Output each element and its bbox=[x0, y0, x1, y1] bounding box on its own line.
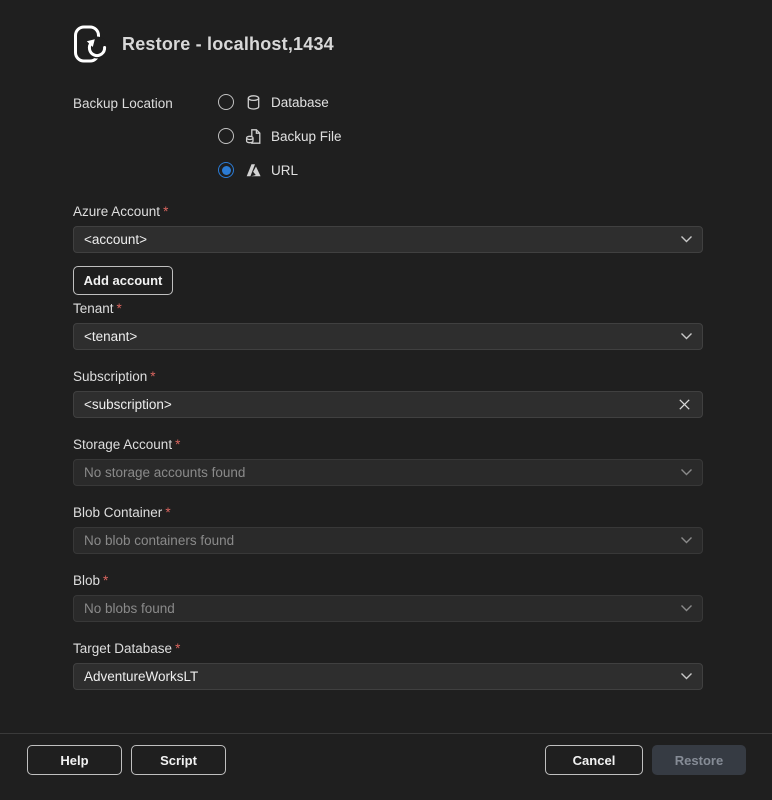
blob-field-group: Blob* No blobs found bbox=[73, 573, 703, 622]
storage-account-field-group: Storage Account* No storage accounts fou… bbox=[73, 437, 703, 486]
storage-account-dropdown[interactable]: No storage accounts found bbox=[73, 459, 703, 486]
blob-container-field-group: Blob Container* No blob containers found bbox=[73, 505, 703, 554]
clear-icon[interactable] bbox=[676, 396, 693, 413]
azure-account-field-group: Azure Account* <account> Add account bbox=[73, 204, 703, 301]
azure-account-dropdown[interactable]: <account> bbox=[73, 226, 703, 253]
radio-option-backup-file[interactable]: Backup File bbox=[218, 126, 342, 146]
blob-container-value: No blob containers found bbox=[84, 533, 672, 548]
required-asterisk: * bbox=[175, 437, 180, 452]
required-asterisk: * bbox=[103, 573, 108, 588]
database-icon bbox=[244, 93, 262, 111]
subscription-field-group: Subscription* bbox=[73, 369, 703, 418]
subscription-input[interactable] bbox=[84, 397, 676, 412]
radio-label: Backup File bbox=[271, 129, 342, 144]
footer-left-actions: Help Script bbox=[27, 745, 226, 775]
backup-file-icon bbox=[244, 127, 262, 145]
chevron-down-icon bbox=[680, 235, 693, 244]
target-database-label: Target Database* bbox=[73, 641, 703, 656]
tenant-label: Tenant* bbox=[73, 301, 703, 316]
dialog-header: Restore - localhost,1434 bbox=[73, 24, 703, 64]
target-database-value: AdventureWorksLT bbox=[84, 669, 672, 684]
blob-container-dropdown[interactable]: No blob containers found bbox=[73, 527, 703, 554]
restore-icon bbox=[73, 24, 107, 64]
required-asterisk: * bbox=[175, 641, 180, 656]
storage-account-value: No storage accounts found bbox=[84, 465, 672, 480]
chevron-down-icon bbox=[680, 332, 693, 341]
footer-right-actions: Cancel Restore bbox=[545, 745, 746, 775]
blob-value: No blobs found bbox=[84, 601, 672, 616]
help-button[interactable]: Help bbox=[27, 745, 122, 775]
storage-account-label: Storage Account* bbox=[73, 437, 703, 452]
required-asterisk: * bbox=[117, 301, 122, 316]
add-account-button[interactable]: Add account bbox=[73, 266, 173, 295]
dialog-footer: Help Script Cancel Restore bbox=[0, 733, 772, 800]
subscription-input-wrap bbox=[73, 391, 703, 418]
backup-location-radio-group: Database Backup File bbox=[218, 92, 342, 180]
radio-button[interactable] bbox=[218, 162, 234, 178]
restore-button[interactable]: Restore bbox=[652, 745, 746, 775]
radio-option-url[interactable]: URL bbox=[218, 160, 342, 180]
chevron-down-icon bbox=[680, 536, 693, 545]
cancel-button[interactable]: Cancel bbox=[545, 745, 643, 775]
chevron-down-icon bbox=[680, 604, 693, 613]
required-asterisk: * bbox=[163, 204, 168, 219]
restore-dialog: Restore - localhost,1434 Backup Location… bbox=[0, 0, 772, 690]
blob-label: Blob* bbox=[73, 573, 703, 588]
backup-location-label: Backup Location bbox=[73, 92, 218, 180]
target-database-field-group: Target Database* AdventureWorksLT bbox=[73, 641, 703, 690]
radio-label: URL bbox=[271, 163, 298, 178]
azure-account-value: <account> bbox=[84, 232, 672, 247]
radio-button[interactable] bbox=[218, 128, 234, 144]
backup-location-row: Backup Location Database bbox=[73, 92, 703, 180]
tenant-dropdown[interactable]: <tenant> bbox=[73, 323, 703, 350]
blob-container-label: Blob Container* bbox=[73, 505, 703, 520]
target-database-dropdown[interactable]: AdventureWorksLT bbox=[73, 663, 703, 690]
blob-dropdown[interactable]: No blobs found bbox=[73, 595, 703, 622]
required-asterisk: * bbox=[150, 369, 155, 384]
azure-icon bbox=[244, 161, 262, 179]
page-title: Restore - localhost,1434 bbox=[122, 34, 334, 55]
radio-label: Database bbox=[271, 95, 329, 110]
chevron-down-icon bbox=[680, 468, 693, 477]
radio-option-database[interactable]: Database bbox=[218, 92, 342, 112]
radio-button[interactable] bbox=[218, 94, 234, 110]
chevron-down-icon bbox=[680, 672, 693, 681]
tenant-value: <tenant> bbox=[84, 329, 672, 344]
subscription-label: Subscription* bbox=[73, 369, 703, 384]
tenant-field-group: Tenant* <tenant> bbox=[73, 301, 703, 350]
azure-account-label: Azure Account* bbox=[73, 204, 703, 219]
required-asterisk: * bbox=[165, 505, 170, 520]
script-button[interactable]: Script bbox=[131, 745, 226, 775]
